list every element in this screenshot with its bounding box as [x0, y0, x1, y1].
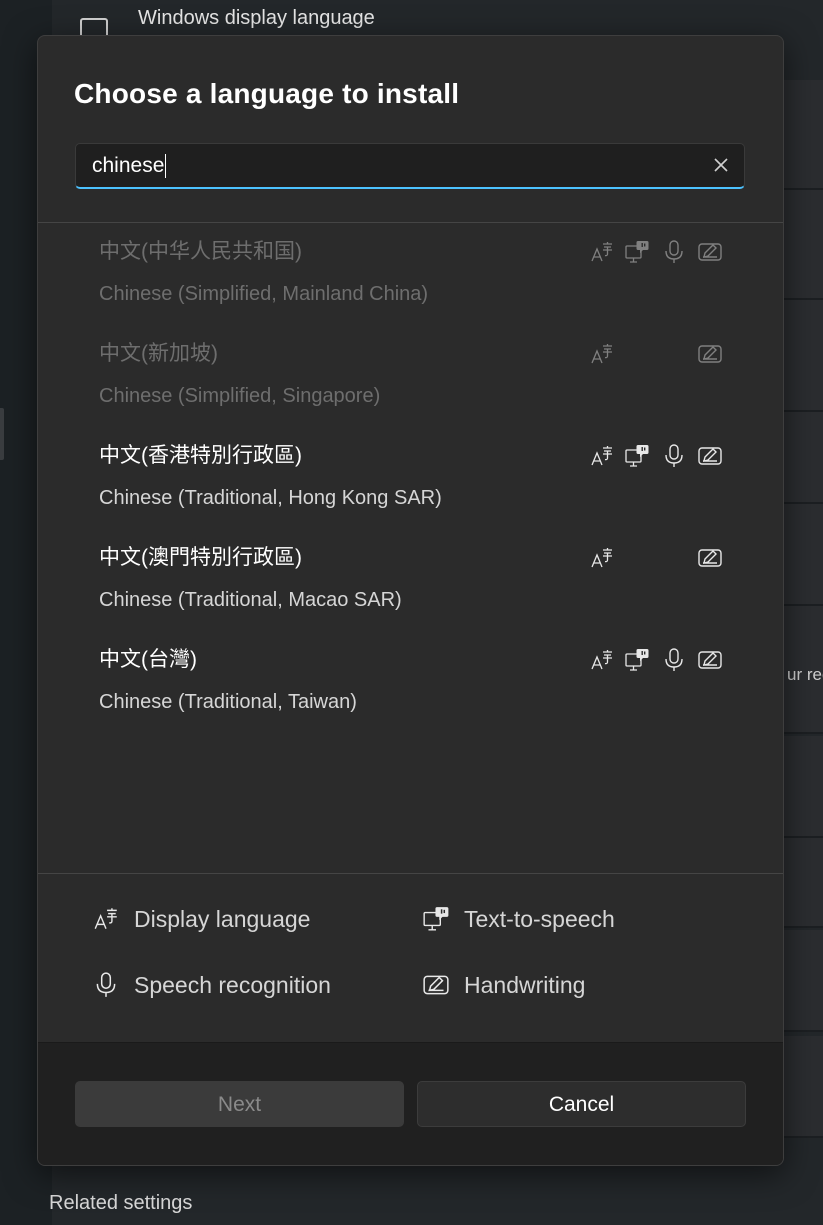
handwriting-icon: [697, 647, 723, 673]
legend-label: Display language: [134, 906, 311, 932]
dialog-title: Choose a language to install: [74, 78, 460, 109]
text-to-speech-icon: [423, 907, 449, 931]
nav-indicator: [0, 408, 4, 460]
search-input-text[interactable]: chinese: [92, 154, 167, 179]
language-native-name: 中文(台灣): [99, 648, 197, 671]
language-english-name: Chinese (Traditional, Taiwan): [99, 691, 357, 713]
microphone-icon: [661, 647, 687, 673]
dialog-footer: Next Cancel: [38, 1042, 783, 1165]
language-english-name: Chinese (Traditional, Macao SAR): [99, 589, 402, 611]
display-language-icon: [589, 443, 615, 469]
microphone-icon: [661, 443, 687, 469]
windows-display-language-label: Windows display language: [138, 7, 375, 29]
microphone-icon: [96, 972, 116, 997]
language-list: 中文(中华人民共和国) Chinese (Simplified, Mainland…: [38, 223, 783, 873]
microphone-icon: [661, 239, 687, 265]
display-language-icon: [589, 647, 615, 673]
language-native-name: 中文(香港特別行政區): [99, 444, 302, 467]
language-english-name: Chinese (Simplified, Singapore): [99, 385, 381, 407]
cancel-button[interactable]: Cancel: [417, 1081, 746, 1127]
next-button[interactable]: Next: [75, 1081, 404, 1127]
legend-label: Speech recognition: [134, 972, 331, 998]
language-list-item[interactable]: 中文(台灣) Chinese (Traditional, Taiwan): [38, 631, 783, 733]
display-language-icon: [94, 908, 117, 929]
language-native-name: 中文(中华人民共和国): [99, 240, 302, 263]
choose-language-dialog: Choose a language to install chinese 中文(…: [37, 35, 784, 1166]
text-to-speech-icon: [624, 443, 650, 469]
legend-label: Text-to-speech: [464, 906, 615, 932]
handwriting-icon: [697, 341, 723, 367]
related-settings-heading: Related settings: [49, 1192, 193, 1214]
language-list-item[interactable]: 中文(澳門特別行政區) Chinese (Traditional, Macao S…: [38, 529, 783, 631]
language-list-item[interactable]: 中文(香港特別行政區) Chinese (Traditional, Hong Ko…: [38, 427, 783, 529]
language-list-item: 中文(新加坡) Chinese (Simplified, Singapore): [38, 325, 783, 427]
language-native-name: 中文(新加坡): [99, 342, 218, 365]
language-english-name: Chinese (Simplified, Mainland China): [99, 283, 429, 305]
text-to-speech-icon: [624, 647, 650, 673]
text-to-speech-icon: [624, 239, 650, 265]
handwriting-icon: [697, 443, 723, 469]
clear-search-icon[interactable]: [712, 156, 730, 174]
handwriting-icon: [697, 545, 723, 571]
language-native-name: 中文(澳門特別行政區): [99, 546, 302, 569]
feature-legend: Display language Text-to-speech Speech r…: [38, 874, 783, 1042]
text-caret: [165, 154, 167, 179]
legend-label: Handwriting: [464, 972, 586, 998]
handwriting-icon: [697, 239, 723, 265]
background-clipped-text: ur reg: [787, 665, 823, 684]
display-language-icon: [589, 239, 615, 265]
display-language-icon: [589, 341, 615, 367]
language-list-item: 中文(中华人民共和国) Chinese (Simplified, Mainland…: [38, 223, 783, 325]
handwriting-icon: [423, 975, 449, 995]
language-search-input[interactable]: chinese: [75, 143, 745, 189]
display-language-icon: [589, 545, 615, 571]
language-english-name: Chinese (Traditional, Hong Kong SAR): [99, 487, 442, 509]
